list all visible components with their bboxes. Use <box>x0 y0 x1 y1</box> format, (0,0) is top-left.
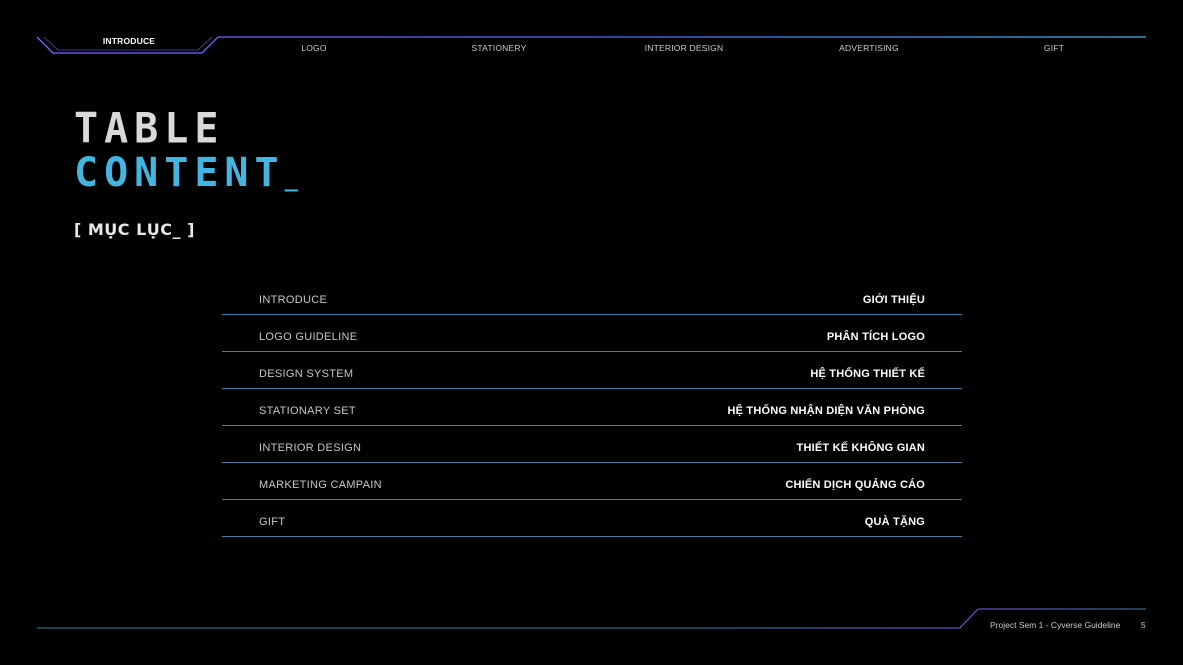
title-line-table: TABLE <box>74 104 225 154</box>
nav-tab-advertising[interactable]: ADVERTISING <box>839 43 899 55</box>
toc-label-vi: QUÀ TẶNG <box>864 516 925 528</box>
toc-label-en: LOGO GUIDELINE <box>259 331 358 343</box>
toc-label-vi: PHÂN TÍCH LOGO <box>826 331 925 343</box>
toc-label-vi: CHIẾN DỊCH QUẢNG CÁO <box>785 479 925 491</box>
nav-tab-logo[interactable]: LOGO <box>301 43 326 55</box>
top-nav-decoration <box>36 36 1146 54</box>
footer-project-title: Project Sem 1 - Cyverse Guideline <box>990 620 1121 630</box>
title-line-content: CONTENT_ <box>74 153 394 193</box>
toc-row-marketing-campain[interactable]: MARKETING CAMPAIN CHIẾN DỊCH QUẢNG CÁO <box>222 463 962 500</box>
toc-label-vi: HỆ THỐNG THIẾT KẾ <box>810 368 925 380</box>
toc-label-en: STATIONARY SET <box>259 405 356 417</box>
toc-label-vi: HỆ THỐNG NHẬN DIỆN VĂN PHÒNG <box>727 405 925 417</box>
table-of-contents: INTRODUCE GIỚI THIỆU LOGO GUIDELINE PHÂN… <box>222 278 962 537</box>
nav-tab-stationery[interactable]: STATIONERY <box>472 43 527 55</box>
toc-row-design-system[interactable]: DESIGN SYSTEM HỆ THỐNG THIẾT KẾ <box>222 352 962 389</box>
toc-label-en: INTERIOR DESIGN <box>259 442 362 454</box>
nav-tab-introduce[interactable]: INTRODUCE <box>103 36 155 48</box>
title-line-content-text: CONTENT <box>74 150 285 196</box>
toc-label-vi: GIỚI THIỆU <box>862 294 925 306</box>
toc-label-vi: THIẾT KẾ KHÔNG GIAN <box>796 442 925 454</box>
nav-tab-interior-design[interactable]: INTERIOR DESIGN <box>645 43 724 55</box>
toc-row-logo-guideline[interactable]: LOGO GUIDELINE PHÂN TÍCH LOGO <box>222 315 962 352</box>
toc-label-en: MARKETING CAMPAIN <box>259 479 382 491</box>
toc-row-stationary-set[interactable]: STATIONARY SET HỆ THỐNG NHẬN DIỆN VĂN PH… <box>222 389 962 426</box>
page-subtitle: [ MỤC LỤC_ ] <box>74 220 195 239</box>
toc-label-en: DESIGN SYSTEM <box>259 368 354 380</box>
page-title: TABLE CONTENT_ <box>74 108 394 193</box>
toc-label-en: GIFT <box>259 516 286 528</box>
toc-row-gift[interactable]: GIFT QUÀ TẶNG <box>222 500 962 537</box>
toc-row-interior-design[interactable]: INTERIOR DESIGN THIẾT KẾ KHÔNG GIAN <box>222 426 962 463</box>
nav-tab-gift[interactable]: GIFT <box>1044 43 1064 55</box>
toc-row-introduce[interactable]: INTRODUCE GIỚI THIỆU <box>222 278 962 315</box>
page-number: 5 <box>1141 620 1146 630</box>
toc-label-en: INTRODUCE <box>259 294 328 306</box>
title-cursor: _ <box>284 167 304 192</box>
